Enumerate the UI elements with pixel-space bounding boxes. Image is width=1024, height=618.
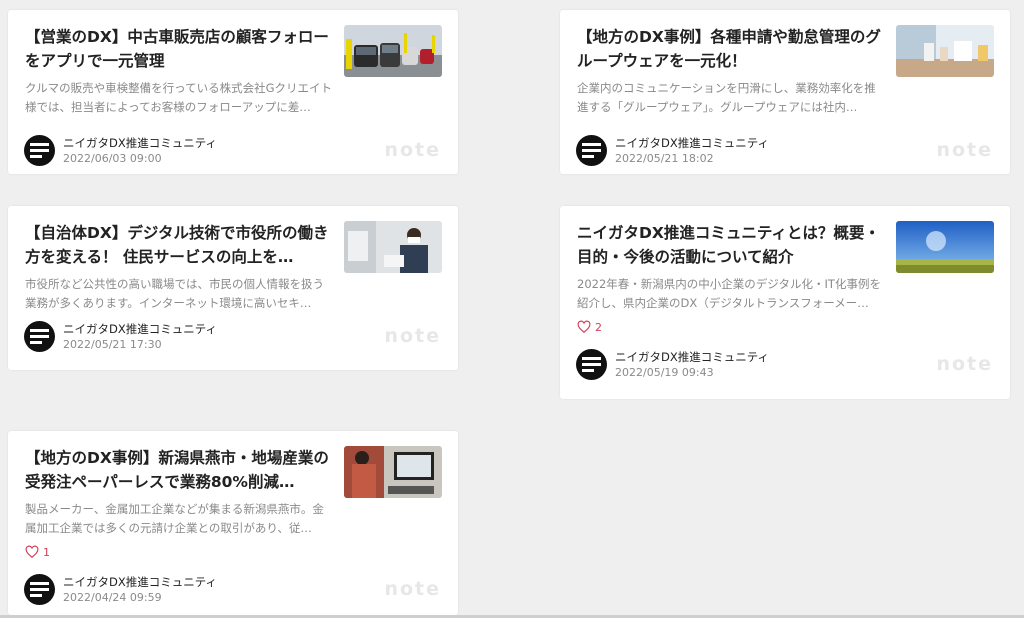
article-title[interactable]: 【営業のDX】中古車販売店の顧客フォローをアプリで一元管理	[25, 25, 332, 73]
heart-icon[interactable]	[577, 320, 591, 334]
author-info[interactable]: ニイガタDX推進コミュニティ 2022/05/21 17:30	[24, 321, 217, 352]
sky-field-photo-icon[interactable]	[896, 221, 994, 273]
article-title[interactable]: 【自治体DX】デジタル技術で市役所の働き方を変える！ 住民サービスの向上を…	[25, 221, 332, 269]
article-card[interactable]: ニイガタDX推進コミュニティとは？概要・目的・今後の活動について紹介 2022年…	[560, 206, 1010, 399]
article-card[interactable]: 【地方のDX事例】各種申請や勤怠管理のグループウェアを一元化！ 企業内のコミュニ…	[560, 10, 1010, 174]
note-logo: note	[384, 139, 441, 161]
note-logo: note	[936, 139, 993, 161]
heart-icon[interactable]	[25, 545, 39, 559]
article-card[interactable]: 【営業のDX】中古車販売店の顧客フォローをアプリで一元管理 クルマの販売や車検整…	[8, 10, 458, 174]
article-grid: 【営業のDX】中古車販売店の顧客フォローをアプリで一元管理 クルマの販売や車検整…	[0, 0, 1024, 618]
author-name[interactable]: ニイガタDX推進コミュニティ	[615, 350, 769, 365]
article-excerpt: 2022年春・新潟県内の中小企業のデジタル化・IT化事例を紹介し、県内企業のDX…	[577, 277, 881, 310]
article-card[interactable]: 【自治体DX】デジタル技術で市役所の働き方を変える！ 住民サービスの向上を… 市…	[8, 206, 458, 370]
post-date: 2022/06/03 09:00	[63, 151, 162, 165]
author-info[interactable]: ニイガタDX推進コミュニティ 2022/05/21 18:02	[576, 135, 769, 166]
post-date: 2022/05/19 09:43	[615, 365, 714, 379]
article-excerpt: クルマの販売や車検整備を行っている株式会社Gクリエイト様では、担当者によってお客…	[25, 81, 332, 114]
car-lot-photo-icon[interactable]	[344, 25, 442, 77]
article-excerpt: 市役所など公共性の高い職場では、市民の個人情報を扱う業務が多くあります。インター…	[25, 277, 324, 310]
author-name[interactable]: ニイガタDX推進コミュニティ	[63, 322, 217, 337]
author-name[interactable]: ニイガタDX推進コミュニティ	[63, 136, 217, 151]
like-count[interactable]: 1	[25, 545, 50, 559]
office-worker-photo-icon[interactable]	[344, 221, 442, 273]
like-count[interactable]: 2	[577, 320, 602, 334]
article-excerpt: 企業内のコミュニケーションを円滑にし、業務効率化を推進する「グループウェア」。グ…	[577, 81, 876, 114]
author-info[interactable]: ニイガタDX推進コミュニティ 2022/05/19 09:43	[576, 349, 769, 380]
community-avatar-icon[interactable]	[24, 574, 55, 605]
note-logo: note	[936, 353, 993, 375]
note-logo: note	[384, 325, 441, 347]
community-avatar-icon[interactable]	[576, 135, 607, 166]
post-date: 2022/05/21 17:30	[63, 337, 162, 351]
community-avatar-icon[interactable]	[24, 135, 55, 166]
note-logo: note	[384, 578, 441, 600]
article-card[interactable]: 【地方のDX事例】新潟県燕市・地場産業の受発注ペーパーレスで業務80%削減… 製…	[8, 431, 458, 615]
article-title[interactable]: 【地方のDX事例】各種申請や勤怠管理のグループウェアを一元化！	[577, 25, 884, 73]
community-avatar-icon[interactable]	[24, 321, 55, 352]
computer-work-photo-icon[interactable]	[344, 446, 442, 498]
community-avatar-icon[interactable]	[576, 349, 607, 380]
author-name[interactable]: ニイガタDX推進コミュニティ	[615, 136, 769, 151]
article-title[interactable]: 【地方のDX事例】新潟県燕市・地場産業の受発注ペーパーレスで業務80%削減…	[25, 446, 332, 494]
article-excerpt: 製品メーカー、金属加工企業などが集まる新潟県燕市。金属加工企業では多くの元請け企…	[25, 502, 324, 535]
author-info[interactable]: ニイガタDX推進コミュニティ 2022/06/03 09:00	[24, 135, 217, 166]
post-date: 2022/05/21 18:02	[615, 151, 714, 165]
office-desk-photo-icon[interactable]	[896, 25, 994, 77]
post-date: 2022/04/24 09:59	[63, 590, 162, 604]
like-number: 2	[595, 320, 602, 334]
author-info[interactable]: ニイガタDX推進コミュニティ 2022/04/24 09:59	[24, 574, 217, 605]
article-title[interactable]: ニイガタDX推進コミュニティとは？概要・目的・今後の活動について紹介	[577, 221, 884, 269]
like-number: 1	[43, 545, 50, 559]
author-name[interactable]: ニイガタDX推進コミュニティ	[63, 575, 217, 590]
